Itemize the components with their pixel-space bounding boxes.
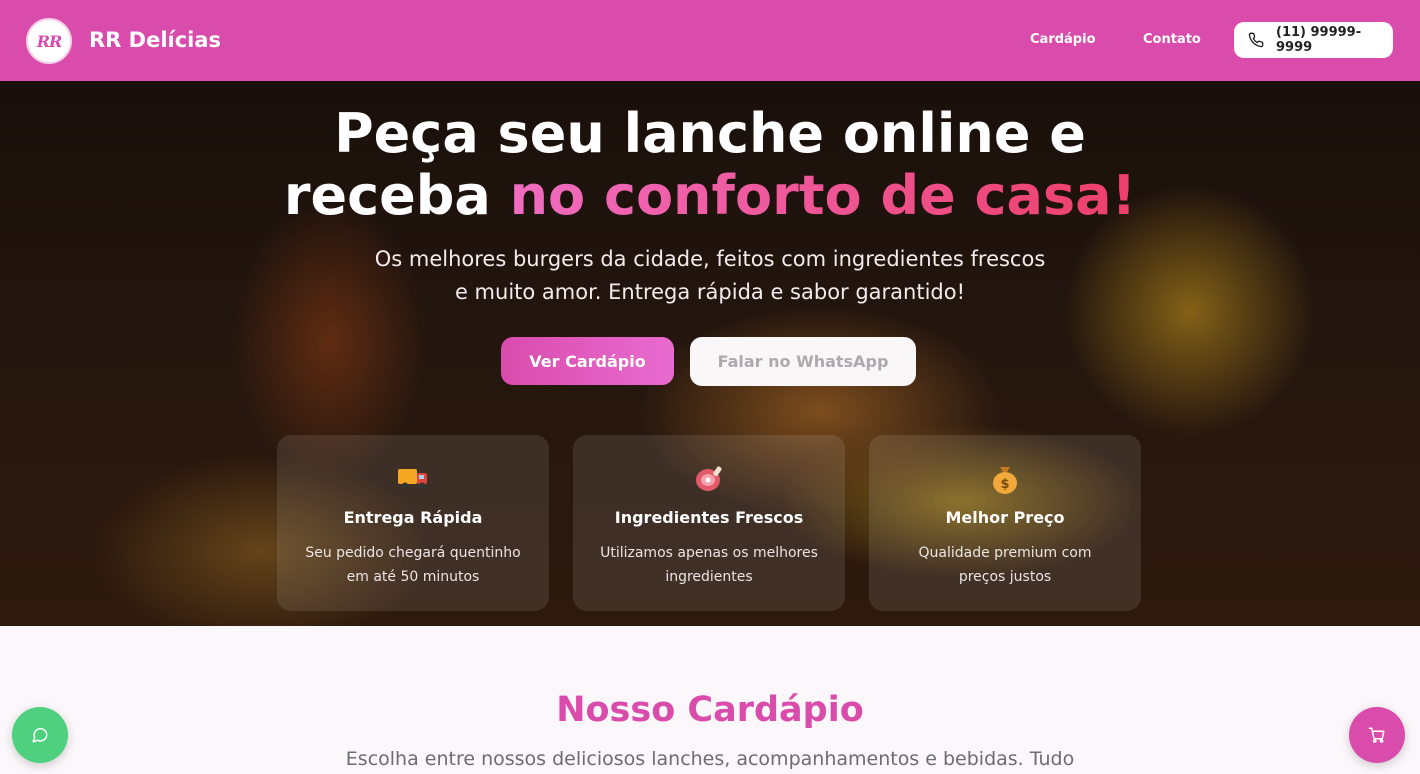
feature-description-line: preços justos xyxy=(958,569,1052,585)
feature-title: Melhor Preço xyxy=(945,508,1065,527)
feature-description-line: Seu pedido chegará quentinho xyxy=(305,545,521,561)
feature-title: Ingredientes Frescos xyxy=(614,508,804,527)
hero-title-line2-plain: receba xyxy=(283,164,510,227)
feature-card-delivery: Entrega Rápida Seu pedido chegará quenti… xyxy=(277,435,549,611)
whatsapp-button[interactable]: Falar no WhatsApp xyxy=(690,337,916,386)
feature-description: Utilizamos apenas os melhores ingredient… xyxy=(593,541,825,589)
chat-bubble-icon xyxy=(32,727,48,743)
money-bag-icon: $ xyxy=(993,467,1017,494)
hero-subtitle-line1: Os melhores burgers da cidade, feitos co… xyxy=(374,247,1046,271)
feature-title: Entrega Rápida xyxy=(343,508,483,527)
hero-title: Peça seu lanche online e receba no confo… xyxy=(0,103,1420,227)
logo[interactable]: RR xyxy=(26,18,72,64)
logo-text: RR xyxy=(36,31,63,51)
svg-text:$: $ xyxy=(1000,477,1009,492)
cart-fab-button[interactable] xyxy=(1349,707,1405,763)
feature-description: Qualidade premium com preços justos xyxy=(889,541,1121,589)
hero-section: Peça seu lanche online e receba no confo… xyxy=(0,81,1420,626)
phone-number: (11) 99999-9999 xyxy=(1276,25,1362,55)
feature-card-price: $ Melhor Preço Qualidade premium com pre… xyxy=(869,435,1141,611)
hero-subtitle-line2: e muito amor. Entrega rápida e sabor gar… xyxy=(454,280,966,304)
feature-description-line: Utilizamos apenas os melhores xyxy=(600,545,818,561)
menu-section-subtitle: Escolha entre nossos deliciosos lanches,… xyxy=(345,748,1075,770)
feature-card-ingredients: Ingredientes Frescos Utilizamos apenas o… xyxy=(573,435,845,611)
phone-icon xyxy=(1248,32,1264,48)
phone-button[interactable]: (11) 99999-9999 xyxy=(1234,22,1393,58)
feature-description-line: ingredientes xyxy=(665,569,753,585)
feature-description-line: em até 50 minutos xyxy=(346,569,480,585)
feature-description-line: Qualidade premium com xyxy=(918,545,1092,561)
site-header: RR RR Delícias Cardápio Contato (11) 999… xyxy=(0,0,1420,81)
cart-icon xyxy=(1368,727,1385,743)
chat-fab-button[interactable] xyxy=(12,707,68,763)
menu-section-title: Nosso Cardápio xyxy=(556,690,864,730)
nav-link-contato[interactable]: Contato xyxy=(1143,32,1201,47)
feature-description: Seu pedido chegará quentinho em até 50 m… xyxy=(297,541,529,589)
hero-title-accent: no conforto de casa! xyxy=(509,164,1137,227)
view-menu-button[interactable]: Ver Cardápio xyxy=(501,337,674,385)
delivery-truck-icon xyxy=(398,469,427,490)
hero-title-line1: Peça seu lanche online e xyxy=(334,102,1086,165)
brand-name[interactable]: RR Delícias xyxy=(89,28,221,52)
meat-icon xyxy=(696,466,722,491)
hero-subtitle: Os melhores burgers da cidade, feitos co… xyxy=(0,243,1420,309)
nav-link-cardapio[interactable]: Cardápio xyxy=(1030,32,1096,47)
